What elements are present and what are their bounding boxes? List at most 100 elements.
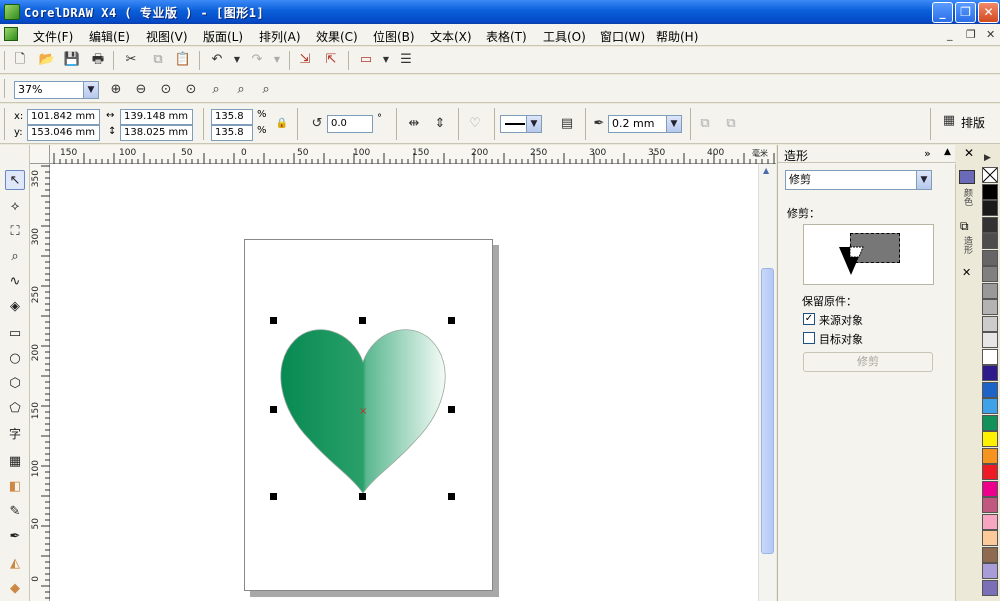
horizontal-ruler[interactable]: 150 100 50 0 50 100 150 200 250 300 350 … xyxy=(50,145,776,164)
tab-close-icon[interactable]: ✕ xyxy=(962,266,971,279)
rectangle-tool-icon[interactable]: ▭ xyxy=(5,324,25,344)
color-swatch[interactable] xyxy=(982,480,998,497)
lock-ratio-icon[interactable]: 🔒 xyxy=(273,115,291,133)
color-tab-icon[interactable] xyxy=(959,170,975,184)
color-swatch[interactable] xyxy=(982,183,998,200)
color-tab[interactable]: 颜色 xyxy=(961,188,974,206)
color-swatch[interactable] xyxy=(982,381,998,398)
color-swatch[interactable] xyxy=(982,513,998,530)
menu-layout[interactable]: 版面(L) xyxy=(203,28,243,45)
selection-handle-left[interactable] xyxy=(270,406,277,413)
menu-file[interactable]: 文件(F) xyxy=(33,28,73,45)
ellipse-tool-icon[interactable]: ○ xyxy=(5,349,25,369)
shaping-mode-select[interactable]: 修剪 ▼ xyxy=(785,170,932,190)
document-icon[interactable] xyxy=(4,27,18,41)
undo-icon[interactable]: ↶ xyxy=(208,51,226,69)
restore-button[interactable]: ❐ xyxy=(955,2,976,23)
doc-minimize-button[interactable]: _ xyxy=(947,28,953,41)
zoom-tool-icon[interactable]: ⌕ xyxy=(5,247,25,267)
print-icon[interactable]: 🖶 xyxy=(89,51,107,69)
docker-close-icon[interactable]: ✕ xyxy=(964,146,974,160)
polygon-tool-icon[interactable]: ⬡ xyxy=(5,374,25,394)
smart-fill-tool-icon[interactable]: ◈ xyxy=(5,297,25,317)
scale-x-field[interactable]: 135.8 xyxy=(211,109,253,125)
menu-edit[interactable]: 编辑(E) xyxy=(89,28,130,45)
launcher-dropdown-icon[interactable]: ▼ xyxy=(377,51,395,69)
color-swatch[interactable] xyxy=(982,497,998,513)
color-swatch[interactable] xyxy=(982,266,998,282)
minimize-button[interactable]: _ xyxy=(932,2,953,23)
basic-shapes-tool-icon[interactable]: ⬠ xyxy=(5,399,25,419)
color-swatch[interactable] xyxy=(982,579,998,596)
paste-icon[interactable]: 📋 xyxy=(174,51,192,69)
table-tool-icon[interactable]: ▦ xyxy=(5,452,25,472)
outline-width-select[interactable]: 0.2 mm ▼ xyxy=(608,115,682,133)
trim-apply-button[interactable]: 修剪 xyxy=(803,352,933,372)
heart-shape[interactable]: × xyxy=(270,315,460,505)
color-swatch[interactable] xyxy=(982,447,998,464)
doc-close-button[interactable]: ✕ xyxy=(986,28,995,41)
import-icon[interactable]: ⇲ xyxy=(296,51,314,69)
to-back-icon[interactable]: ⧉ xyxy=(722,115,740,133)
zoom-page-icon[interactable]: ⌕ xyxy=(207,81,225,99)
open-folder-icon[interactable]: 📂 xyxy=(38,51,56,69)
width-field[interactable]: 139.148 mm xyxy=(120,109,193,125)
color-swatch[interactable] xyxy=(982,249,998,266)
color-swatch[interactable] xyxy=(982,414,998,431)
rotation-field[interactable]: 0.0 xyxy=(327,115,373,133)
copy-icon[interactable]: ⧉ xyxy=(149,51,167,69)
save-icon[interactable]: 💾 xyxy=(63,51,81,69)
selection-handle-right[interactable] xyxy=(448,406,455,413)
color-swatch[interactable] xyxy=(982,530,998,546)
ruler-origin[interactable] xyxy=(30,145,50,164)
zoom-all-objects-icon[interactable]: ⊙ xyxy=(182,81,200,99)
vertical-ruler[interactable]: 350 300 250 200 150 100 50 0 xyxy=(30,164,50,601)
arrange-button[interactable]: 排版 xyxy=(961,114,985,131)
menu-bitmaps[interactable]: 位图(B) xyxy=(373,28,415,45)
redo-icon[interactable]: ↷ xyxy=(248,51,266,69)
crop-tool-icon[interactable]: ⛶ xyxy=(5,222,25,242)
color-swatch[interactable] xyxy=(982,348,998,365)
rotate-icon[interactable]: ↺ xyxy=(308,115,326,133)
coreldraw-app-icon[interactable] xyxy=(4,4,20,20)
outline-pen-icon[interactable]: ✒ xyxy=(590,115,608,133)
shape-tool-icon[interactable]: ⟡ xyxy=(5,197,25,217)
selection-handle-top[interactable] xyxy=(359,317,366,324)
zoom-page-height-icon[interactable]: ⌕ xyxy=(257,81,275,99)
vertical-scrollbar[interactable]: ▲ xyxy=(758,164,776,601)
to-front-icon[interactable]: ⧉ xyxy=(696,115,714,133)
menu-window[interactable]: 窗口(W) xyxy=(600,28,645,45)
wrap-paragraph-icon[interactable]: ▤ xyxy=(558,115,576,133)
selection-handle-top-left[interactable] xyxy=(270,317,277,324)
selection-handle-top-right[interactable] xyxy=(448,317,455,324)
x-position-field[interactable]: 101.842 mm xyxy=(27,109,100,125)
zoom-in-icon[interactable]: ⊕ xyxy=(107,81,125,99)
palette-scroll-up-icon[interactable]: ▶ xyxy=(984,153,991,163)
color-swatch[interactable] xyxy=(982,431,998,447)
layout-icon[interactable]: ▦ xyxy=(940,112,958,130)
color-swatch[interactable] xyxy=(982,365,998,381)
pick-tool-icon[interactable]: ↖ xyxy=(5,170,25,190)
zoom-page-width-icon[interactable]: ⌕ xyxy=(232,81,250,99)
menu-effects[interactable]: 效果(C) xyxy=(316,28,358,45)
selection-handle-bottom-right[interactable] xyxy=(448,493,455,500)
freehand-tool-icon[interactable]: ∿ xyxy=(5,272,25,292)
interactive-fill-tool-icon[interactable]: ◆ xyxy=(5,579,25,599)
menu-table[interactable]: 表格(T) xyxy=(486,28,527,45)
text-tool-icon[interactable]: 字 xyxy=(5,424,25,444)
doc-restore-button[interactable]: ❐ xyxy=(966,28,976,41)
redo-dropdown-icon[interactable]: ▼ xyxy=(268,51,286,69)
no-color-swatch[interactable] xyxy=(982,167,998,183)
new-document-icon[interactable]: 🗋 xyxy=(11,51,29,69)
eyedropper-tool-icon[interactable]: ✎ xyxy=(5,502,25,522)
scrollbar-thumb[interactable] xyxy=(761,268,774,554)
menu-tools[interactable]: 工具(O) xyxy=(543,28,586,45)
color-swatch[interactable] xyxy=(982,299,998,315)
export-icon[interactable]: ⇱ xyxy=(322,51,340,69)
source-object-checkbox[interactable]: ✓ xyxy=(803,313,815,325)
outline-tool-icon[interactable]: ✒ xyxy=(5,527,25,547)
color-swatch[interactable] xyxy=(982,464,998,480)
mirror-horizontal-icon[interactable]: ⇹ xyxy=(405,115,423,133)
color-swatch[interactable] xyxy=(982,216,998,233)
docker-expand-icon[interactable]: » xyxy=(924,147,931,160)
